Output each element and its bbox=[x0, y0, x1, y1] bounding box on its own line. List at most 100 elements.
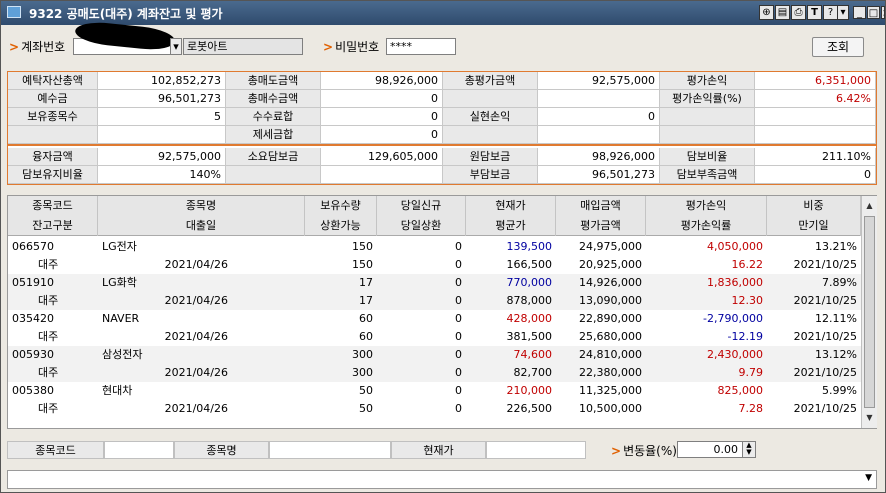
dropdown-icon[interactable]: ▾ bbox=[837, 5, 849, 20]
table-row[interactable]: 035420 NAVER 60 0 428,000 22,890,000 -2,790,00… bbox=[8, 310, 861, 346]
app-icon bbox=[7, 6, 21, 18]
cell-today-repay: 0 bbox=[455, 402, 462, 415]
col-today-new: 당일신규 bbox=[377, 196, 466, 216]
query-header: > 계좌번호 ▾ 로봇아트 > 비밀번호 **** 조회 bbox=[5, 19, 883, 65]
status-dropdown-icon[interactable]: ▼ bbox=[865, 473, 872, 483]
table-row[interactable]: 051910 LG화학 17 0 770,000 14,926,000 1,836,000 7… bbox=[8, 274, 861, 310]
bottom-price-field bbox=[486, 441, 586, 459]
table-row[interactable]: 005930 삼성전자 300 0 74,600 24,810,000 2,430,000 1… bbox=[8, 346, 861, 382]
cell-loan-date: 2021/04/26 bbox=[164, 294, 228, 307]
arrow-icon: > bbox=[9, 40, 20, 54]
empty-label bbox=[660, 126, 755, 144]
text-icon[interactable]: T bbox=[807, 5, 822, 20]
cell-qty: 17 bbox=[359, 276, 373, 289]
col-loan-date: 대출일 bbox=[98, 216, 305, 236]
close-icon[interactable]: × bbox=[881, 6, 885, 19]
col-buy-amount: 매입금액 bbox=[556, 196, 646, 216]
cell-qty: 50 bbox=[359, 384, 373, 397]
cell-qty: 60 bbox=[359, 312, 373, 325]
change-rate-spinner[interactable]: ▲ ▼ bbox=[742, 441, 756, 458]
col-name: 종목명 bbox=[98, 196, 305, 216]
label-eval-pl-rate: 평가손익률(%) bbox=[660, 90, 755, 108]
col-avg-price: 평균가 bbox=[466, 216, 556, 236]
cell-eval-amt: 13,090,000 bbox=[579, 294, 642, 307]
label-collateral-ratio: 담보비율 bbox=[660, 148, 755, 166]
cell-buy-amt: 14,926,000 bbox=[579, 276, 642, 289]
change-rate-input[interactable]: 0.00 bbox=[677, 441, 743, 458]
scroll-thumb[interactable] bbox=[864, 216, 875, 408]
value-eval-pl: 6,351,000 bbox=[755, 72, 876, 90]
print-icon[interactable]: ⎙ bbox=[791, 5, 806, 20]
section-divider bbox=[8, 144, 876, 146]
empty-label bbox=[226, 166, 321, 184]
cell-eval-amt: 10,500,000 bbox=[579, 402, 642, 415]
table-row[interactable]: 066570 LG전자 150 0 139,500 24,975,000 4,050,000… bbox=[8, 238, 861, 274]
bottom-price-label: 현재가 bbox=[391, 441, 486, 459]
scroll-up-icon[interactable]: ▲ bbox=[864, 200, 875, 212]
cell-weight: 13.12% bbox=[815, 348, 857, 361]
col-eval-pl: 평가손익 bbox=[646, 196, 767, 216]
cell-today-new: 0 bbox=[455, 276, 462, 289]
scroll-down-icon[interactable]: ▼ bbox=[864, 412, 875, 424]
cell-buy-amt: 11,325,000 bbox=[579, 384, 642, 397]
cell-pl: 825,000 bbox=[717, 384, 764, 397]
cell-expiry: 2021/10/25 bbox=[793, 294, 857, 307]
cell-name: LG화학 bbox=[102, 276, 137, 289]
vertical-scrollbar[interactable]: ▲ ▼ bbox=[861, 196, 877, 428]
maximize-icon[interactable]: □ bbox=[867, 6, 880, 19]
empty-label bbox=[660, 108, 755, 126]
account-label: > 계좌번호 bbox=[9, 38, 65, 55]
arrow-icon: > bbox=[611, 444, 622, 458]
value-principal-collateral: 98,926,000 bbox=[538, 148, 660, 166]
label-tax-sum: 제세금합 bbox=[226, 126, 321, 144]
cell-qty: 150 bbox=[352, 240, 373, 253]
cell-today-new: 0 bbox=[455, 348, 462, 361]
query-button[interactable]: 조회 bbox=[812, 37, 864, 57]
cell-repayable: 60 bbox=[359, 330, 373, 343]
label-deposit: 예수금 bbox=[8, 90, 98, 108]
cell-price: 74,600 bbox=[513, 348, 553, 361]
clipboard-icon[interactable]: ▤ bbox=[775, 5, 790, 20]
label-maint-ratio: 담보유지비율 bbox=[8, 166, 98, 184]
bottom-name-field bbox=[269, 441, 391, 459]
cell-pl: 4,050,000 bbox=[707, 240, 763, 253]
cell-today-repay: 0 bbox=[455, 366, 462, 379]
col-eval-pl-rate: 평가손익률 bbox=[646, 216, 767, 236]
empty-value bbox=[755, 108, 876, 126]
cell-price: 210,000 bbox=[506, 384, 553, 397]
cell-loan-date: 2021/04/26 bbox=[164, 366, 228, 379]
window-title: 9322 공매도(대주) 계좌잔고 및 평가 bbox=[29, 7, 223, 21]
cell-name: NAVER bbox=[102, 312, 140, 325]
cell-pl: 1,836,000 bbox=[707, 276, 763, 289]
cell-weight: 13.21% bbox=[815, 240, 857, 253]
summary-panel: 예탁자산총액 102,852,273 총매도금액 98,926,000 총평가금… bbox=[7, 71, 877, 185]
empty-value bbox=[98, 126, 226, 144]
cell-repayable: 17 bbox=[359, 294, 373, 307]
value-short-buy-amount: 0 bbox=[321, 90, 443, 108]
cell-repayable: 150 bbox=[352, 258, 373, 271]
quote-bar: 종목코드 종목명 현재가 > 변동율(%) 0.00 ▲ ▼ bbox=[7, 439, 877, 461]
pin-icon[interactable]: ⊕ bbox=[759, 5, 774, 20]
value-holdings-count: 5 bbox=[98, 108, 226, 126]
help-icon[interactable]: ? bbox=[823, 5, 838, 20]
bottom-code-field[interactable] bbox=[104, 441, 174, 459]
cell-avg: 82,700 bbox=[513, 366, 553, 379]
password-label-text: 비밀번호 bbox=[335, 40, 380, 54]
cell-expiry: 2021/10/25 bbox=[793, 402, 857, 415]
title-bar: 9322 공매도(대주) 계좌잔고 및 평가 ⊕ ▤ ⎙ T ? ▾ _ □ × bbox=[1, 1, 885, 25]
table-row[interactable]: 005380 현대차 50 0 210,000 11,325,000 825,000 5.99… bbox=[8, 382, 861, 418]
empty-value bbox=[538, 90, 660, 108]
cell-buy-amt: 22,890,000 bbox=[579, 312, 642, 325]
col-price: 현재가 bbox=[466, 196, 556, 216]
minimize-icon[interactable]: _ bbox=[853, 6, 866, 19]
label-realized-pl: 실현손익 bbox=[443, 108, 538, 126]
account-dropdown-icon[interactable]: ▾ bbox=[170, 38, 182, 55]
cell-pl: -2,790,000 bbox=[703, 312, 763, 325]
cell-pl-rate: 16.22 bbox=[731, 258, 764, 271]
password-field[interactable]: **** bbox=[386, 38, 456, 55]
cell-weight: 7.89% bbox=[822, 276, 857, 289]
col-eval-amount: 평가금액 bbox=[556, 216, 646, 236]
label-additional-collateral: 부담보금 bbox=[443, 166, 538, 184]
col-qty: 보유수량 bbox=[305, 196, 377, 216]
col-today-repay: 당일상환 bbox=[377, 216, 466, 236]
